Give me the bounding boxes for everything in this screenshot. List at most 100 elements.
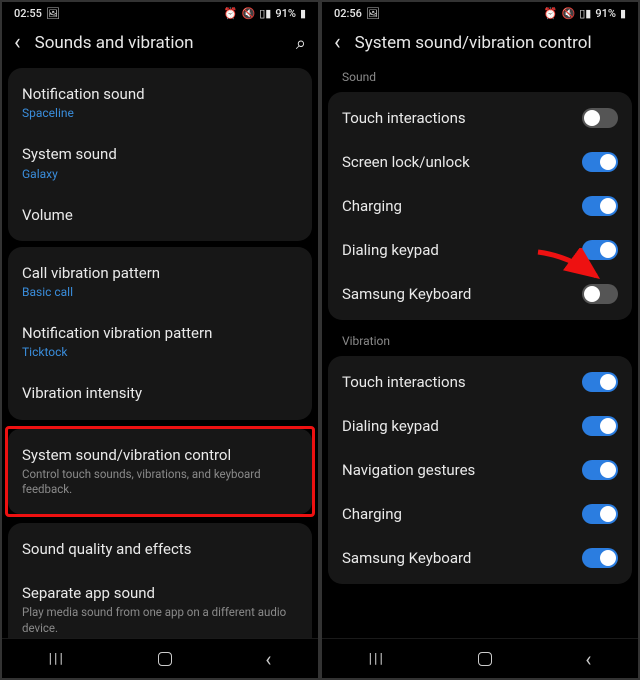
toggle-row-charging[interactable]: Charging [328,184,632,228]
row-title: Dialing keypad [342,241,439,259]
item-title: Vibration intensity [22,383,298,403]
toggle-row-samsung-keyboard[interactable]: Samsung Keyboard [328,536,632,580]
item-notification-vibration[interactable]: Notification vibration pattern Ticktock [8,311,312,371]
signal-icon: ▯▮ [259,7,271,20]
battery-icon: ▮ [300,7,306,20]
nav-back-button[interactable]: ‹ [265,649,271,669]
nav-recent-button[interactable] [49,651,65,667]
item-notification-sound[interactable]: Notification sound Spaceline [8,72,312,132]
item-title: System sound/vibration control [22,445,298,465]
page-title: System sound/vibration control [355,33,626,53]
row-title: Touch interactions [342,109,466,127]
phone-right: 02:56 🖼 ⏰ 🔇 ▯▮ 91% ▮ ‹ System sound/vibr… [322,2,638,678]
toggle-row-screen-lock-unlock[interactable]: Screen lock/unlock [328,140,632,184]
toggle-knob [600,374,616,390]
page-title: Sounds and vibration [35,33,282,53]
row-title: Navigation gestures [342,461,475,479]
status-time: 02:55 [14,7,42,20]
toggle-row-dialing-keypad[interactable]: Dialing keypad [328,404,632,448]
row-title: Dialing keypad [342,417,439,435]
group-sounds: Notification sound Spaceline System soun… [8,68,312,241]
toggle-knob [600,242,616,258]
toggle-knob [600,506,616,522]
nav-home-button[interactable] [478,652,492,666]
mute-icon: 🔇 [242,7,256,20]
row-title: Touch interactions [342,373,466,391]
group-sound-toggles: Touch interactions Screen lock/unlock Char… [328,92,632,320]
toggle-switch[interactable] [582,548,618,568]
toggle-knob [600,198,616,214]
item-title: Volume [22,205,298,225]
toggle-switch[interactable] [582,504,618,524]
phone-left: 02:55 🖼 ⏰ 🔇 ▯▮ 91% ▮ ‹ Sounds and vibrat… [2,2,318,678]
nav-home-button[interactable] [158,652,172,666]
header: ‹ System sound/vibration control [322,24,638,62]
toggle-row-samsung-keyboard[interactable]: Samsung Keyboard [328,272,632,316]
toggle-switch[interactable] [582,108,618,128]
nav-bar: ‹ [322,638,638,678]
toggle-knob [600,154,616,170]
group-vibration-toggles: Touch interactions Dialing keypad Navigati… [328,356,632,584]
battery-text: 91% [595,7,616,20]
nav-recent-button[interactable] [369,651,385,667]
toggle-switch[interactable] [582,284,618,304]
toggle-row-dialing-keypad[interactable]: Dialing keypad [328,228,632,272]
item-description: Play media sound from one app on a diffe… [22,605,298,636]
toggle-row-charging[interactable]: Charging [328,492,632,536]
alarm-icon: ⏰ [224,7,238,20]
item-separate-app-sound[interactable]: Separate app sound Play media sound from… [8,571,312,638]
item-title: Call vibration pattern [22,263,298,283]
status-time: 02:56 [334,7,362,20]
toggle-switch[interactable] [582,460,618,480]
battery-icon: ▮ [620,7,626,20]
item-value: Spaceline [22,106,298,120]
toggle-row-touch-interactions[interactable]: Touch interactions [328,96,632,140]
alarm-icon: ⏰ [544,7,558,20]
section-label-sound: Sound [328,62,632,86]
back-icon[interactable]: ‹ [14,32,21,54]
settings-content: Notification sound Spaceline System soun… [2,62,318,638]
item-system-sound-vibration-control[interactable]: System sound/vibration control Control t… [8,433,312,510]
image-icon: 🖼 [366,7,380,20]
image-icon: 🖼 [46,7,60,20]
highlight-box: System sound/vibration control Control t… [5,426,315,517]
nav-bar: ‹ [2,638,318,678]
row-title: Charging [342,505,402,523]
item-vibration-intensity[interactable]: Vibration intensity [8,371,312,415]
toggle-row-navigation-gestures[interactable]: Navigation gestures [328,448,632,492]
nav-back-button[interactable]: ‹ [585,649,591,669]
mute-icon: 🔇 [562,7,576,20]
item-volume[interactable]: Volume [8,193,312,237]
signal-icon: ▯▮ [579,7,591,20]
header: ‹ Sounds and vibration ⌕ [2,24,318,62]
row-title: Samsung Keyboard [342,549,471,567]
row-title: Screen lock/unlock [342,153,470,171]
item-title: System sound [22,144,298,164]
item-value: Basic call [22,285,298,299]
toggle-knob [600,550,616,566]
toggle-switch[interactable] [582,152,618,172]
item-call-vibration[interactable]: Call vibration pattern Basic call [8,251,312,311]
group-vibration: Call vibration pattern Basic call Notifi… [8,247,312,420]
toggle-switch[interactable] [582,372,618,392]
group-advanced: Sound quality and effects Separate app s… [8,523,312,638]
battery-text: 91% [275,7,296,20]
item-title: Separate app sound [22,583,298,603]
toggle-knob [600,462,616,478]
item-title: Sound quality and effects [22,539,298,559]
toggle-switch[interactable] [582,240,618,260]
status-bar: 02:55 🖼 ⏰ 🔇 ▯▮ 91% ▮ [2,2,318,24]
settings-content: Sound Touch interactions Screen lock/unlo… [322,62,638,638]
toggle-switch[interactable] [582,416,618,436]
toggle-knob [584,110,600,126]
search-icon[interactable]: ⌕ [296,33,306,54]
back-icon[interactable]: ‹ [334,32,341,54]
item-sound-quality[interactable]: Sound quality and effects [8,527,312,571]
item-value: Ticktock [22,345,298,359]
toggle-row-touch-interactions[interactable]: Touch interactions [328,360,632,404]
row-title: Samsung Keyboard [342,285,471,303]
toggle-switch[interactable] [582,196,618,216]
item-system-sound[interactable]: System sound Galaxy [8,132,312,192]
item-title: Notification sound [22,84,298,104]
item-title: Notification vibration pattern [22,323,298,343]
